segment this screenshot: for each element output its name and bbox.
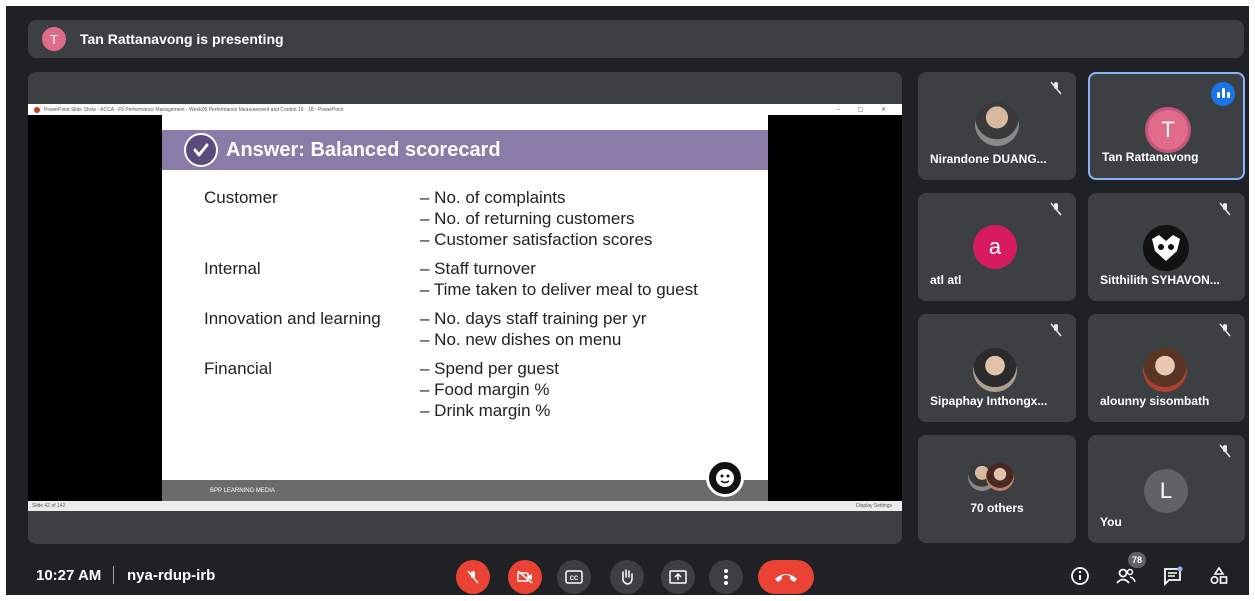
participant-name: atl atl [930, 273, 962, 287]
checkmark-icon [184, 133, 218, 167]
mic-off-icon [1050, 202, 1062, 216]
camera-toggle-button[interactable] [508, 560, 542, 594]
meeting-details-button[interactable] [1068, 564, 1092, 588]
participant-name: Sipaphay Inthongx... [930, 394, 1048, 408]
participant-avatar: T [1145, 107, 1191, 153]
participant-photo [1143, 348, 1187, 392]
ppt-title-bar: PowerPoint Slide Show - ACCA - F5 Perfor… [28, 104, 902, 115]
row-item: – Time taken to deliver meal to guest [420, 280, 698, 299]
info-icon [1071, 567, 1089, 585]
mic-off-icon [1219, 202, 1231, 216]
slide-header: Answer: Balanced scorecard [162, 130, 768, 170]
participant-avatar: a [973, 225, 1017, 269]
people-icon [1116, 568, 1136, 584]
mic-off-icon [1219, 444, 1231, 458]
participant-photo [975, 102, 1019, 146]
participant-name: You [1100, 515, 1122, 529]
row-category: Customer [204, 188, 278, 207]
row-item: – No. days staff training per yr [420, 309, 647, 328]
chat-icon [1164, 566, 1183, 586]
meeting-time: 10:27 AM [36, 567, 102, 584]
row-category: Financial [204, 359, 273, 378]
slide-footer: BPP LEARNING MEDIA [162, 480, 768, 501]
mic-off-icon [1050, 81, 1062, 95]
slide-viewport: Answer: Balanced scorecard Customer – No… [28, 115, 902, 501]
leave-call-button[interactable] [758, 560, 814, 594]
people-count-badge: 78 [1128, 552, 1146, 568]
powerpoint-icon [34, 106, 40, 113]
row-item: – Staff turnover [420, 259, 536, 278]
more-vert-icon [724, 569, 728, 585]
hand-icon [622, 569, 633, 585]
participant-tile[interactable]: Nirandone DUANG... [918, 72, 1076, 180]
participant-tile[interactable]: alounny sisombath [1088, 314, 1245, 422]
row-item: – Drink margin % [420, 401, 551, 420]
mic-toggle-button[interactable] [456, 560, 490, 594]
row-item: – Food margin % [420, 380, 550, 399]
activities-button[interactable] [1207, 564, 1231, 588]
row-category: Innovation and learning [204, 309, 381, 328]
others-tile[interactable]: 70 others [918, 435, 1076, 543]
row-item: – Customer satisfaction scores [420, 230, 653, 249]
participant-avatar: L [1144, 469, 1188, 513]
presentation-tile[interactable]: PowerPoint Slide Show - ACCA - F5 Perfor… [28, 72, 902, 544]
participant-tile[interactable]: T Tan Rattanavong [1088, 72, 1245, 180]
skull-logo-icon [1143, 225, 1189, 271]
slide: Answer: Balanced scorecard Customer – No… [162, 115, 768, 501]
captions-icon: CC [565, 570, 583, 584]
participant-name: Sitthilith SYHAVON... [1100, 273, 1220, 287]
participant-name: Tan Rattanavong [1102, 150, 1199, 164]
more-options-button[interactable] [709, 560, 743, 594]
raise-hand-button[interactable] [610, 560, 644, 594]
presenter-avatar: T [42, 27, 66, 51]
scorecard-row: Customer – No. of complaints – No. of re… [204, 187, 698, 250]
ppt-status-bar: Slide 42 of 142 Display Settings [28, 501, 902, 511]
row-category: Internal [204, 259, 261, 278]
captions-button[interactable]: CC [557, 560, 591, 594]
participant-tile[interactable]: Sipaphay Inthongx... [918, 314, 1076, 422]
meet-window: T Tan Rattanavong is presenting PowerPoi… [0, 0, 1255, 601]
row-item: – No. of returning customers [420, 209, 635, 228]
window-controls: – ▢ ✕ [836, 107, 894, 113]
row-item: – No. of complaints [420, 188, 566, 207]
slide-counter: Slide 42 of 142 [32, 503, 66, 509]
mic-off-icon [1219, 323, 1231, 337]
participant-name: Nirandone DUANG... [930, 152, 1047, 166]
phone-hangup-icon [775, 574, 797, 582]
slide-title: Answer: Balanced scorecard [226, 138, 501, 161]
activities-icon [1210, 566, 1228, 585]
meeting-code[interactable]: nya-rdup-irb [127, 567, 215, 584]
scorecard-row: Internal – Staff turnover – Time taken t… [204, 258, 698, 300]
bpp-lion-logo [706, 459, 744, 497]
presenting-banner: T Tan Rattanavong is presenting [28, 20, 1244, 58]
self-tile[interactable]: L You [1088, 435, 1245, 543]
participant-name: alounny sisombath [1100, 394, 1210, 408]
participant-photo [973, 348, 1017, 392]
participant-tile[interactable]: Sitthilith SYHAVON... [1088, 193, 1245, 301]
present-icon [669, 570, 687, 584]
mic-off-icon [1050, 323, 1062, 337]
chat-button[interactable] [1161, 564, 1185, 588]
ppt-window-title: PowerPoint Slide Show - ACCA - F5 Perfor… [44, 106, 344, 113]
camera-off-icon [517, 570, 533, 584]
scorecard-list: Customer – No. of complaints – No. of re… [204, 187, 698, 429]
scorecard-row: Financial – Spend per guest – Food margi… [204, 358, 698, 421]
participant-tile[interactable]: a atl atl [918, 193, 1076, 301]
speaking-indicator-icon [1211, 82, 1235, 106]
present-screen-button[interactable] [661, 560, 695, 594]
display-settings[interactable]: Display Settings [856, 503, 892, 509]
presenting-text: Tan Rattanavong is presenting [80, 31, 284, 47]
divider [113, 566, 114, 584]
row-item: – Spend per guest [420, 359, 559, 378]
scorecard-row: Innovation and learning – No. days staff… [204, 308, 698, 350]
others-count: 70 others [970, 501, 1024, 515]
svg-text:CC: CC [570, 576, 579, 582]
mic-off-icon [467, 570, 479, 584]
row-item: – No. new dishes on menu [420, 330, 622, 349]
participant-photo [986, 463, 1014, 491]
